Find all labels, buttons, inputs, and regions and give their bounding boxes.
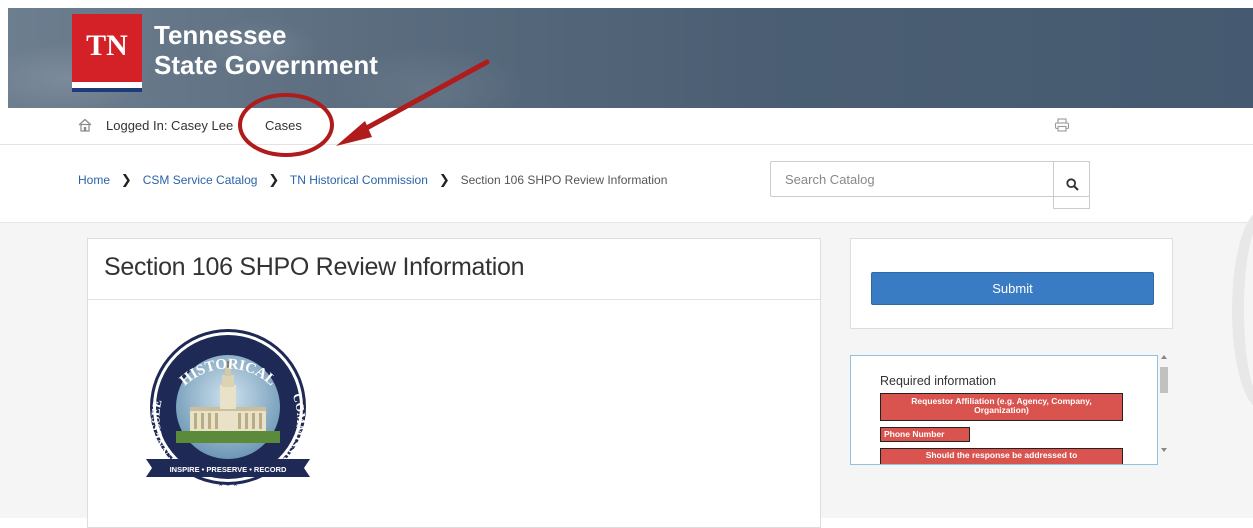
page-title: Section 106 SHPO Review Information (104, 253, 525, 281)
breadcrumb-service-catalog[interactable]: CSM Service Catalog (143, 173, 258, 187)
search-icon (1066, 178, 1079, 191)
cases-link[interactable]: Cases (265, 118, 302, 133)
required-panel-scrollbar[interactable] (1158, 355, 1170, 459)
catalog-item-card: Section 106 SHPO Review Information HIST… (87, 238, 821, 528)
tn-logo-badge[interactable]: TN (72, 14, 142, 92)
breadcrumb-historical-commission[interactable]: TN Historical Commission (290, 173, 428, 187)
breadcrumb-current: Section 106 SHPO Review Information (460, 173, 668, 187)
required-item-response-addressed[interactable]: Should the response be addressed to (880, 448, 1123, 464)
required-info-title: Required information (880, 374, 997, 388)
title-divider (88, 299, 820, 300)
search-input[interactable] (771, 162, 1055, 196)
required-item-requestor-affiliation[interactable]: Requestor Affiliation (e.g. Agency, Comp… (880, 393, 1123, 421)
seal-ribbon-text: INSPIRE • PRESERVE • RECORD (170, 465, 287, 474)
scroll-up-arrow-icon[interactable] (1161, 355, 1167, 359)
logged-in-user[interactable]: Logged In: Casey Lee (106, 118, 233, 133)
breadcrumb: Home ❯ CSM Service Catalog ❯ TN Historic… (78, 172, 667, 188)
chevron-right-icon: ❯ (268, 172, 280, 187)
required-item-phone-number[interactable]: Phone Number (880, 427, 970, 442)
breadcrumb-home[interactable]: Home (78, 173, 110, 187)
search-catalog-box (770, 161, 1090, 197)
scroll-thumb[interactable] (1160, 367, 1168, 393)
tn-logo-stripe-blue (72, 88, 142, 92)
print-icon[interactable] (1054, 118, 1070, 132)
chevron-right-icon: ❯ (120, 172, 132, 187)
submit-panel: Submit (850, 238, 1173, 329)
brand-line-1: Tennessee (154, 20, 287, 50)
top-nav: Logged In: Casey Lee Cases (0, 108, 1253, 145)
historical-commission-seal: HISTORICAL TENNESSEE COMMISSION INSPIRE … (146, 329, 310, 487)
home-icon[interactable] (78, 118, 92, 132)
submit-button[interactable]: Submit (871, 272, 1154, 305)
required-information-panel: Required information Requestor Affiliati… (850, 355, 1158, 465)
brand-line-2: State Government (154, 50, 378, 80)
header-banner: TN Tennessee State Government (8, 8, 1253, 108)
chevron-right-icon: ❯ (438, 172, 450, 187)
seal-stars: ★ ★ ★ (218, 481, 238, 487)
brand-name[interactable]: Tennessee State Government (154, 20, 378, 80)
tn-logo-text: TN (86, 29, 128, 62)
search-button[interactable] (1053, 161, 1090, 209)
scroll-down-arrow-icon[interactable] (1161, 448, 1167, 452)
